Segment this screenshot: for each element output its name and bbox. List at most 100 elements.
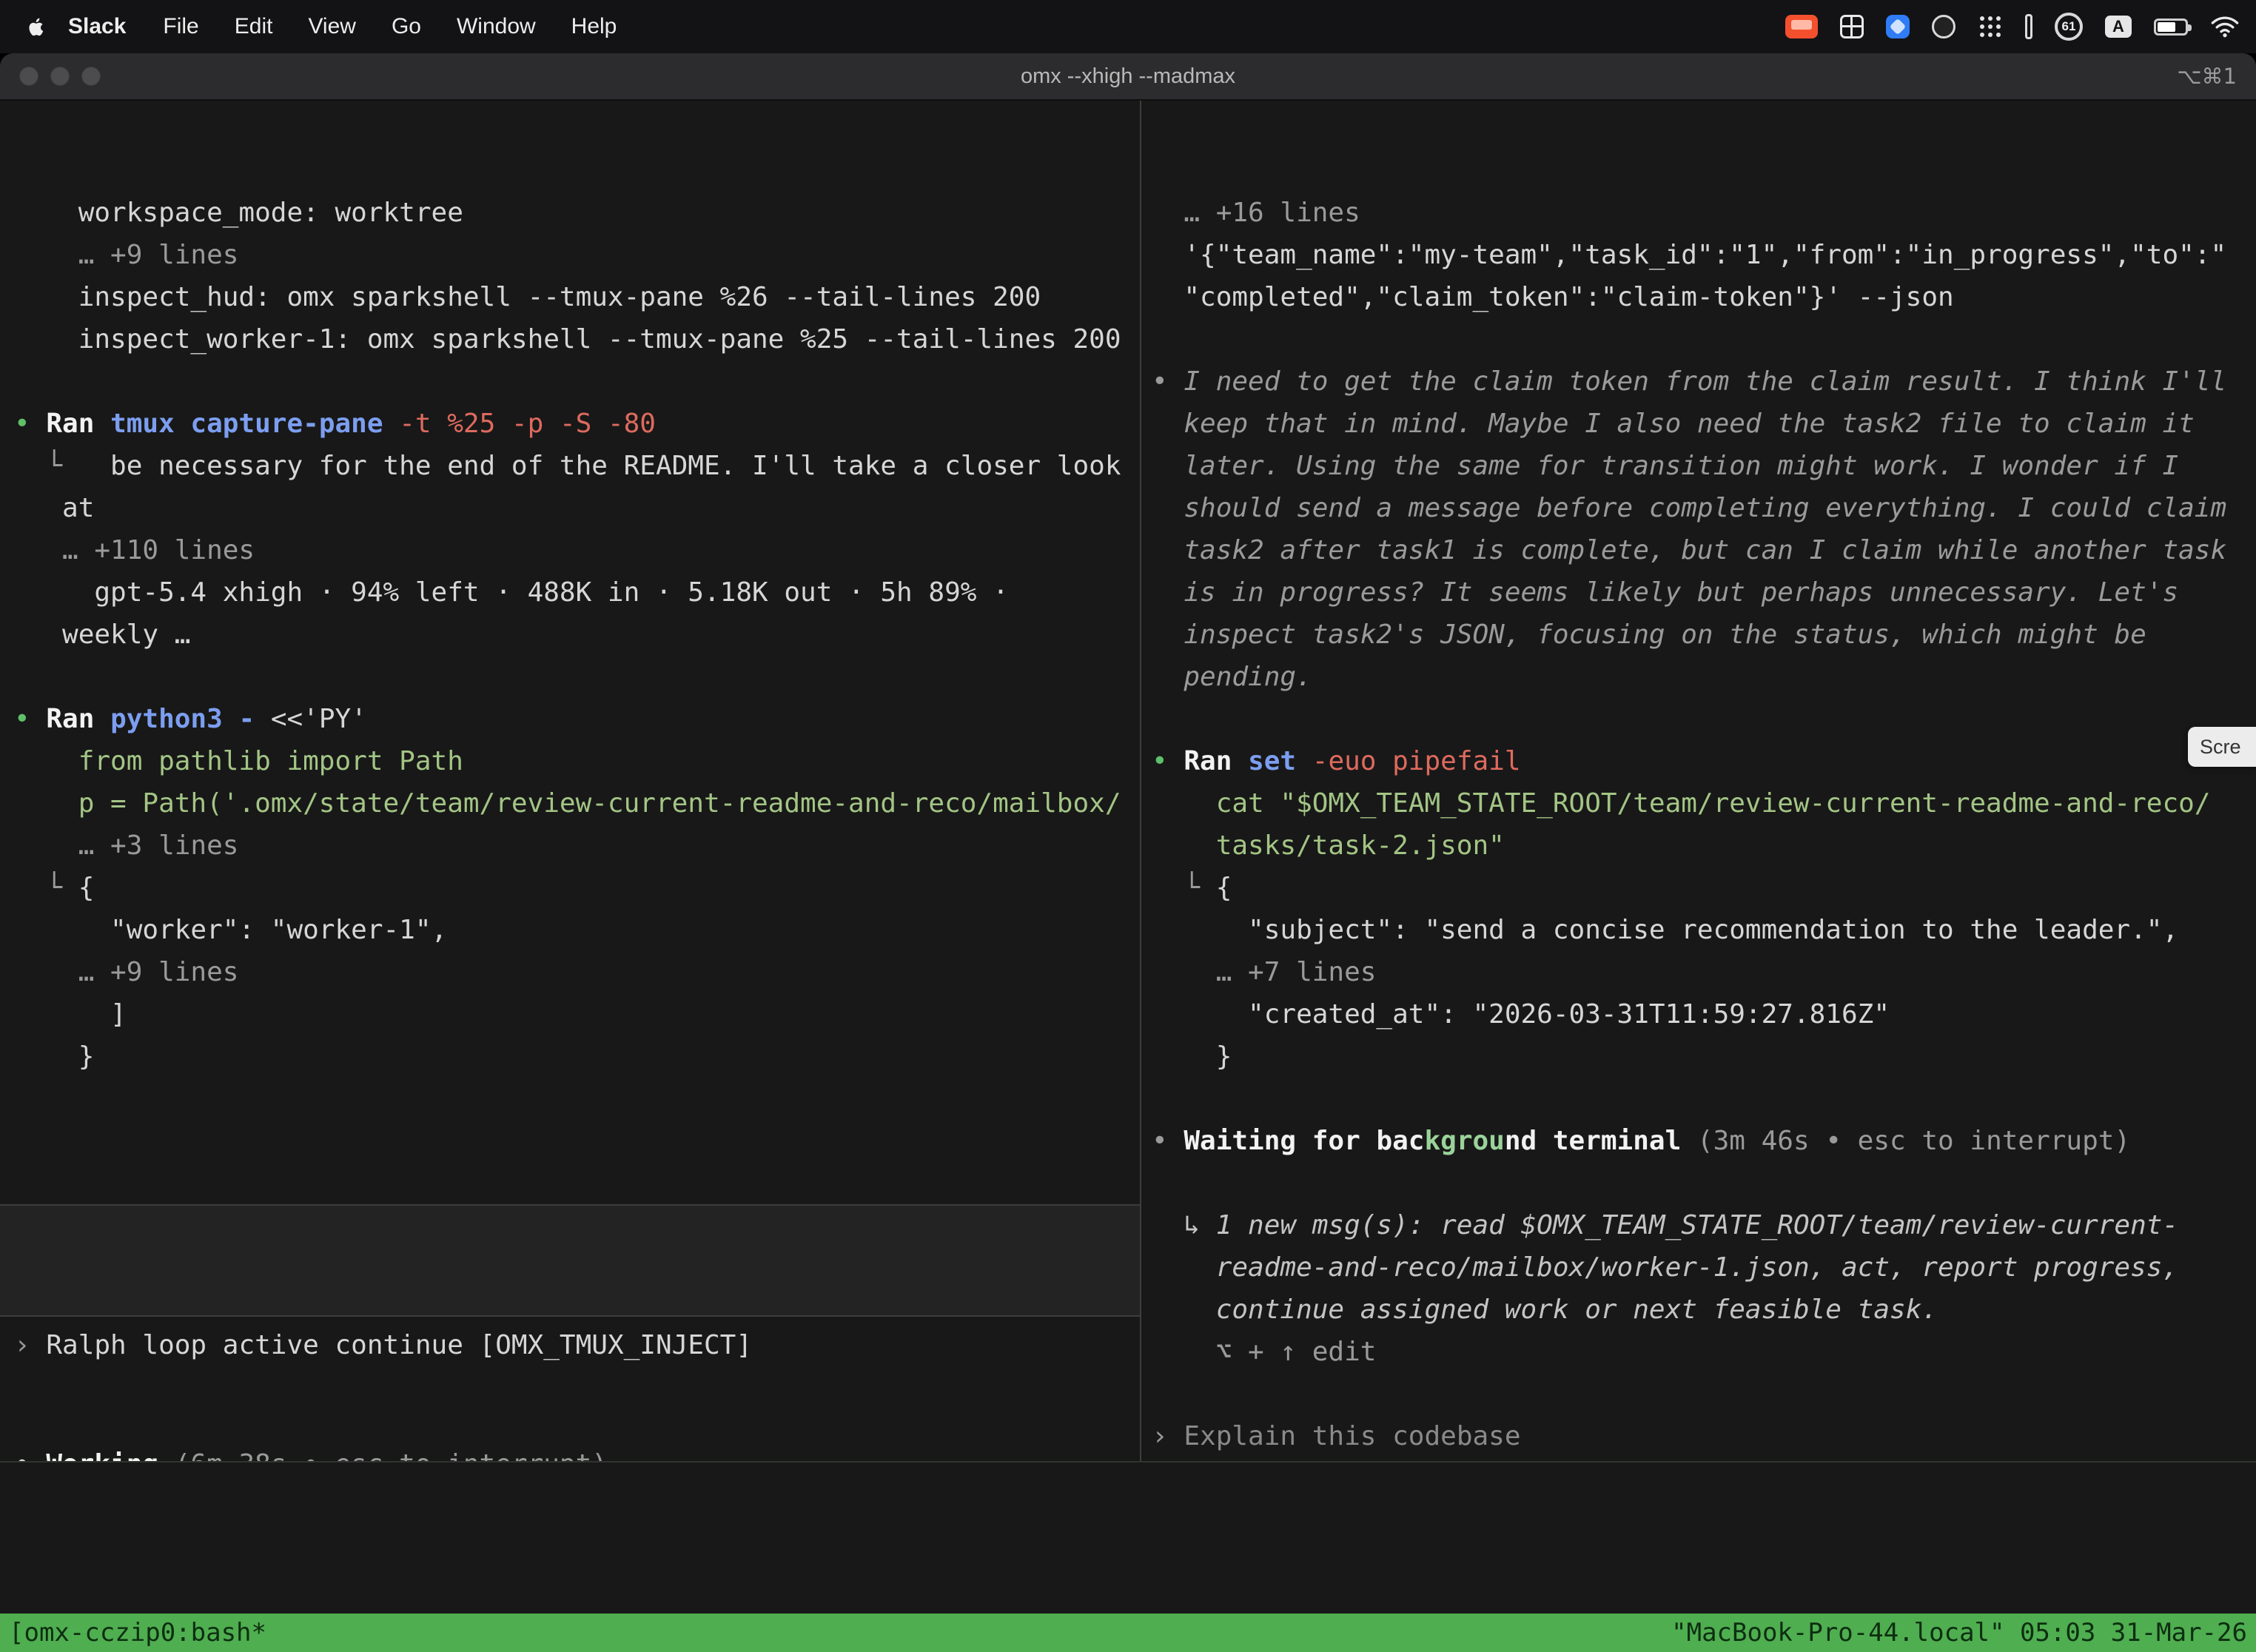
left-terminal-pane[interactable]: workspace_mode: worktree … +9 lines insp…	[0, 101, 1140, 1461]
menu-edit[interactable]: Edit	[217, 0, 291, 53]
gauge-value: 61	[2055, 13, 2083, 41]
terminal-line: is in progress? It seems likely but perh…	[1152, 571, 2256, 614]
screen-recording-icon[interactable]	[1785, 10, 1818, 43]
menu-bar-status-area: 61 A	[1785, 10, 2240, 43]
terminal-line: … +110 lines	[14, 529, 1140, 571]
terminal-line: • I need to get the claim token from the…	[1152, 360, 2256, 403]
left-pane-output: workspace_mode: worktree … +9 lines insp…	[14, 192, 1140, 1120]
tmux-host-clock: "MacBook-Pro-44.local" 05:03 31-Mar-26	[1671, 1612, 2247, 1652]
screen-tooltip: Scre	[2188, 727, 2256, 767]
window-shortcut-badge: ⌥⌘1	[2177, 53, 2237, 99]
menu-file[interactable]: File	[145, 0, 216, 53]
bottom-pane-divider	[0, 1461, 2256, 1463]
terminal-line	[1152, 1162, 2256, 1204]
terminal-line: readme-and-reco/mailbox/worker-1.json, a…	[1152, 1246, 2256, 1289]
left-pane-status: • Working (6m 38s • esc to interrupt)	[14, 1401, 1140, 1461]
terminal-line: ⌥ + ↑ edit	[1152, 1331, 2256, 1373]
zoom-button[interactable]	[81, 67, 101, 86]
terminal-line: … +16 lines	[1152, 192, 2256, 234]
terminal-line	[1152, 698, 2256, 740]
terminal-line: • Ran set -euo pipefail	[1152, 740, 2256, 782]
omx-status-line: [OMX#0.11.9] cczip/essay/ai-reimplementa…	[10, 1468, 2256, 1511]
terminal-line: tasks/task-2.json"	[1152, 825, 2256, 867]
terminal-line: should send a message before completing …	[1152, 487, 2256, 529]
terminal-line: inspect_worker-1: omx sparkshell --tmux-…	[14, 318, 1140, 360]
terminal-line: … +7 lines	[1152, 951, 2256, 993]
terminal-line: "completed","claim_token":"claim-token"}…	[1152, 276, 2256, 318]
terminal-line: • Ran python3 - <<'PY'	[14, 698, 1140, 740]
menu-view[interactable]: View	[290, 0, 373, 53]
tmux-status-bar: [omx-cczip0:bash* "MacBook-Pro-44.local"…	[0, 1614, 2256, 1652]
right-pane-output: … +16 lines '{"team_name":"my-team","tas…	[1152, 192, 2256, 1461]
terminal-line: "worker": "worker-1",	[14, 909, 1140, 951]
minimize-button[interactable]	[50, 67, 70, 86]
terminal-line: • Waiting for background terminal (3m 46…	[1152, 1120, 2256, 1162]
terminal-line: '{"team_name":"my-team","task_id":"1","f…	[1152, 234, 2256, 276]
menu-help[interactable]: Help	[554, 0, 635, 53]
terminal-line: }	[1152, 1035, 2256, 1078]
terminal-line	[1152, 1078, 2256, 1120]
traffic-lights	[19, 53, 101, 99]
inject-banner-line: › Ralph loop active continue [OMX_TMUX_I…	[14, 1324, 1140, 1366]
terminal-line: pending.	[1152, 656, 2256, 698]
terminal-line	[14, 656, 1140, 698]
dots-grid-icon[interactable]	[1978, 10, 2003, 43]
terminal-line: ]	[14, 993, 1140, 1035]
terminal-line: task2 after task1 is complete, but can I…	[1152, 529, 2256, 571]
terminal-line: later. Using the same for transition mig…	[1152, 445, 2256, 487]
wifi-icon[interactable]	[2210, 10, 2240, 43]
terminal-line: keep that in mind. Maybe I also need the…	[1152, 403, 2256, 445]
terminal-content: workspace_mode: worktree … +9 lines insp…	[0, 101, 2256, 1652]
raycast-icon[interactable]	[1886, 10, 1910, 43]
terminal-line: p = Path('.omx/state/team/review-current…	[14, 782, 1140, 825]
terminal-window: omx --xhigh --madmax ⌥⌘1 workspace_mode:…	[0, 53, 2256, 1652]
terminal-line: › Explain this codebase	[1152, 1415, 2256, 1457]
terminal-line: └ {	[14, 867, 1140, 909]
terminal-line	[14, 1078, 1140, 1120]
menu-go[interactable]: Go	[374, 0, 439, 53]
terminal-line: • Working (6m 38s • esc to interrupt)	[14, 1443, 1140, 1461]
terminal-line: continue assigned work or next feasible …	[1152, 1289, 2256, 1331]
menu-window[interactable]: Window	[439, 0, 554, 53]
terminal-line: "created_at": "2026-03-31T11:59:27.816Z"	[1152, 993, 2256, 1035]
terminal-line: }	[14, 1035, 1140, 1078]
apple-logo	[24, 13, 47, 40]
terminal-line	[1152, 318, 2256, 360]
terminal-line: • Ran tmux capture-pane -t %25 -p -S -80	[14, 403, 1140, 445]
terminal-line: ↳ 1 new msg(s): read $OMX_TEAM_STATE_ROO…	[1152, 1204, 2256, 1246]
terminal-line: workspace_mode: worktree	[14, 192, 1140, 234]
gauge-icon[interactable]: 61	[2055, 10, 2083, 43]
close-button[interactable]	[19, 67, 38, 86]
terminal-line: └ be necessary for the end of the README…	[14, 445, 1140, 487]
right-terminal-pane[interactable]: … +16 lines '{"team_name":"my-team","tas…	[1141, 101, 2256, 1461]
terminal-line: weekly …	[14, 614, 1140, 656]
terminal-line	[14, 360, 1140, 403]
terminal-line: … +3 lines	[14, 825, 1140, 867]
window-title: omx --xhigh --madmax	[1021, 64, 1235, 89]
terminal-line: gpt-5.4 xhigh · 94% left · 488K in · 5.1…	[14, 571, 1140, 614]
terminal-line	[1152, 1373, 2256, 1415]
ring-app-icon[interactable]	[1932, 10, 1955, 43]
terminal-line: from pathlib import Path	[14, 740, 1140, 782]
inject-banner: › Ralph loop active continue [OMX_TMUX_I…	[0, 1204, 1140, 1317]
terminal-line	[14, 1401, 1140, 1443]
apple-menu-icon[interactable]	[22, 13, 49, 40]
window-title-bar[interactable]: omx --xhigh --madmax ⌥⌘1	[0, 53, 2256, 101]
terminal-line: └ {	[1152, 867, 2256, 909]
battery-icon[interactable]	[2154, 10, 2188, 43]
terminal-line: › Ralph loop active continue [OMX_TMUX_I…	[14, 1324, 1140, 1366]
tmux-session-label: [omx-cczip0:bash*	[9, 1612, 266, 1652]
display-icon[interactable]	[2025, 10, 2032, 43]
terminal-line: at	[14, 487, 1140, 529]
menu-bar: Slack File Edit View Go Window Help 61 A	[0, 0, 2256, 53]
terminal-line: inspect_hud: omx sparkshell --tmux-pane …	[14, 276, 1140, 318]
terminal-line: … +9 lines	[14, 234, 1140, 276]
terminal-line: inspect task2's JSON, focusing on the st…	[1152, 614, 2256, 656]
terminal-line: cat "$OMX_TEAM_STATE_ROOT/team/review-cu…	[1152, 782, 2256, 825]
active-app-menu[interactable]: Slack	[49, 0, 145, 53]
window-grid-icon[interactable]	[1840, 10, 1864, 43]
input-source-label: A	[2105, 16, 2132, 38]
input-source-icon[interactable]: A	[2105, 10, 2132, 43]
terminal-line: "subject": "send a concise recommendatio…	[1152, 909, 2256, 951]
terminal-line: … +9 lines	[14, 951, 1140, 993]
